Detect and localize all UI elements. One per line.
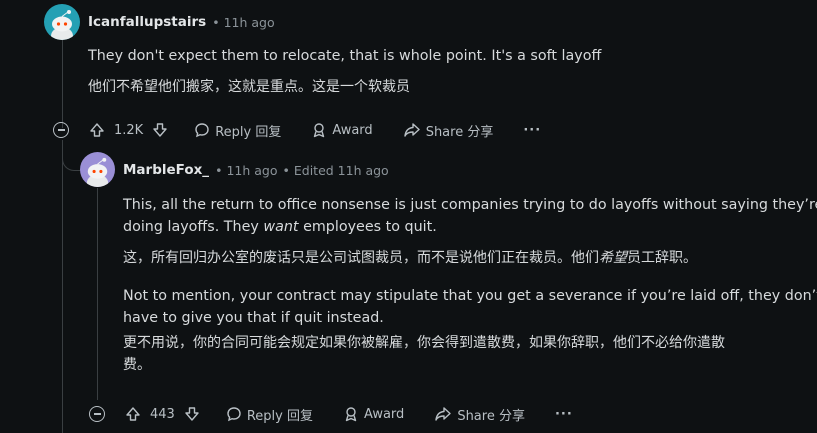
timestamp: 11h ago [223,14,275,30]
collapse-icon [53,122,69,138]
separator: • [282,162,290,178]
vote-count: 1.2K [114,122,144,138]
comment-actions: 443 Reply 回复 Award Share 分享 ··· [89,400,603,428]
edited-label: Edited 11h ago [293,162,389,178]
comment-actions: 1.2K Reply 回复 Award Share 分享 ··· [53,116,571,144]
share-icon [403,123,420,137]
upvote-icon[interactable] [125,406,141,422]
text-line: 更不用说，你的合同可能会规定如果你被解雇，你会得到遣散费，如果你辞职，他们不必给… [123,335,725,351]
vote-group: 1.2K [89,122,168,138]
timestamp: 11h ago [226,162,278,178]
comment-text-zh: 更不用说，你的合同可能会规定如果你被解雇，你会得到遣散费，如果你辞职，他们不必给… [123,332,803,376]
text-line: Not to mention, your contract may stipul… [123,288,817,304]
text-run: employees to quit. [298,219,437,235]
share-button[interactable]: Share 分享 [434,405,525,424]
comment-header: Icanfallupstairs • 11h ago [88,12,275,32]
thread-line-child [97,188,98,400]
thread-line-parent [62,40,63,128]
award-button[interactable]: Award [343,406,404,422]
award-label: Award [332,122,373,138]
comment-body: They don't expect them to relocate, that… [88,45,788,98]
share-button[interactable]: Share 分享 [403,121,494,140]
comment-text-zh: 这，所有回归办公室的废话只是公司试图裁员，而不是说他们正在裁员。他们希望员工辞职… [123,247,803,269]
text-line: 费。 [123,357,151,373]
comment-bubble-icon [195,123,209,138]
reply-label: Reply 回复 [246,408,313,424]
share-label: Share 分享 [425,124,494,140]
comment-header: MarbleFox_ • 11h ago • Edited 11h ago [123,160,389,180]
award-button[interactable]: Award [311,122,373,138]
award-label: Award [363,406,405,422]
comment-text-en: This, all the return to office nonsense … [123,194,817,238]
thread-curve [62,140,81,171]
downvote-icon[interactable] [184,406,200,422]
username[interactable]: Icanfallupstairs [88,14,206,30]
text-run: doing layoffs. They [123,219,264,235]
collapse-icon [89,406,105,422]
share-icon [435,407,452,421]
separator: • [215,162,223,178]
reply-label: Reply 回复 [215,124,282,140]
collapse-button[interactable] [53,122,69,138]
comment-text-en: Not to mention, your contract may stipul… [123,285,817,329]
upvote-icon[interactable] [89,122,105,138]
more-options-button[interactable]: ··· [523,123,541,138]
comment-text-zh: 他们不希望他们搬家，这就是重点。这是一个软裁员 [88,79,410,95]
text-line: This, all the return to office nonsense … [123,197,817,213]
award-icon [314,123,325,138]
collapse-button[interactable] [89,406,105,422]
comment-body: This, all the return to office nonsense … [123,194,817,376]
comment-text-en: They don't expect them to relocate, that… [88,48,602,64]
reply-button[interactable]: Reply 回复 [194,121,281,140]
separator: • [212,14,220,30]
emphasis-text: 希望 [599,250,627,266]
thread-line-connector [62,142,63,433]
text-line: doing layoffs. They want employees to qu… [123,216,803,238]
downvote-icon[interactable] [152,122,168,138]
vote-count: 443 [150,406,175,422]
avatar[interactable] [80,152,115,187]
comment-bubble-icon [227,407,241,422]
snoo-avatar-icon [86,157,109,187]
more-options-button[interactable]: ··· [555,407,573,422]
text-line: have to give you that if quit instead. [123,310,384,326]
vote-group: 443 [125,406,200,422]
reply-button[interactable]: Reply 回复 [226,405,313,424]
more-options-icon: ··· [523,122,542,138]
award-icon [345,407,357,422]
snoo-avatar-icon [51,10,73,40]
avatar[interactable] [44,4,80,40]
text-run: 员工辞职。 [627,250,697,266]
text-run: 这，所有回归办公室的废话只是公司试图裁员，而不是说他们正在裁员。他们 [123,250,599,266]
emphasis-text: want [263,219,299,235]
username[interactable]: MarbleFox_ [123,162,209,178]
share-label: Share 分享 [457,408,525,424]
more-options-icon: ··· [554,406,573,422]
